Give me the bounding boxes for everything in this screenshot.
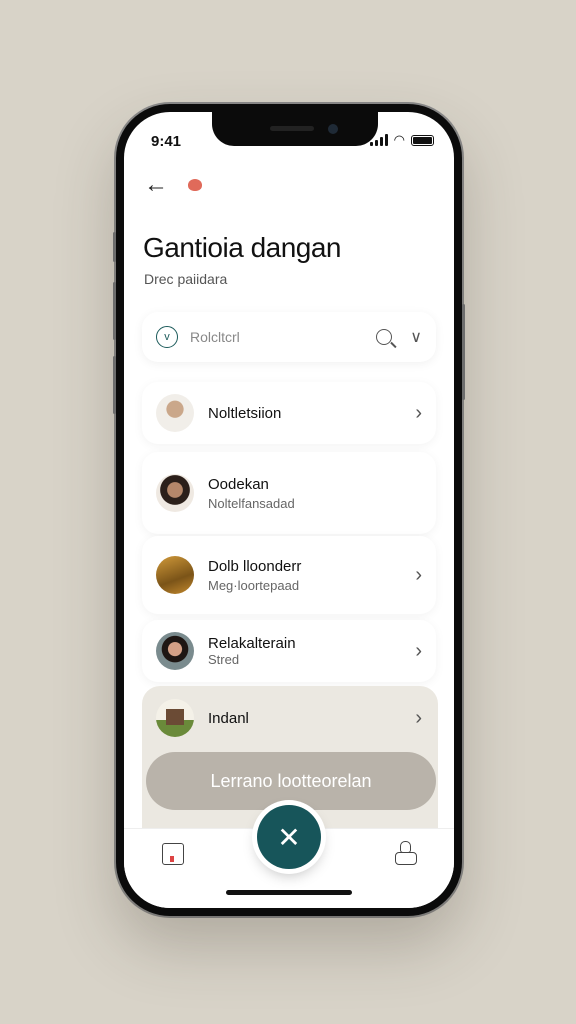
profile-icon[interactable] bbox=[394, 841, 418, 867]
item-name: Relakalterain bbox=[208, 635, 296, 652]
list-item[interactable]: Dolb lloonderr Meg·loortepaad › bbox=[142, 536, 436, 614]
primary-action-button[interactable]: Lerrano lootteorelan bbox=[146, 752, 436, 810]
wifi-icon: ◠ bbox=[393, 132, 405, 147]
bookmark-icon[interactable] bbox=[162, 843, 184, 865]
chevron-right-icon: › bbox=[415, 563, 422, 586]
volume-up-button bbox=[113, 282, 116, 340]
page-title: Gantioia dangan bbox=[143, 232, 342, 263]
page-subtitle: Drec paiidara bbox=[144, 271, 228, 287]
camera bbox=[328, 124, 338, 134]
avatar bbox=[156, 699, 194, 737]
list-item[interactable]: Oodekan Noltelfansadad bbox=[142, 452, 436, 534]
battery-icon bbox=[411, 134, 434, 146]
search-text: Rolcltcrl bbox=[190, 329, 240, 345]
search-icon[interactable] bbox=[376, 329, 393, 345]
signal-icon bbox=[369, 134, 388, 146]
check-circle-icon: v bbox=[156, 326, 178, 348]
list-item[interactable]: Indanl › bbox=[142, 690, 436, 746]
avatar bbox=[156, 474, 194, 512]
phone-frame: 9:41 ◠ ← Gantioia dangan Drec paiidara v… bbox=[113, 104, 465, 916]
search-bar[interactable]: v Rolcltcrl ∨ bbox=[142, 312, 436, 362]
close-icon: ✕ bbox=[277, 821, 301, 853]
nav-bar: ← bbox=[144, 170, 434, 200]
back-arrow-icon[interactable]: ← bbox=[144, 173, 168, 197]
screen: 9:41 ◠ ← Gantioia dangan Drec paiidara v… bbox=[124, 112, 454, 908]
item-subtitle: Meg·loortepaad bbox=[208, 577, 300, 593]
chevron-right-icon: › bbox=[415, 706, 422, 729]
list-item[interactable]: Relakalterain Stred › bbox=[142, 620, 436, 682]
avatar bbox=[156, 632, 194, 670]
item-name: Oodekan bbox=[208, 475, 269, 493]
status-time: 9:41 bbox=[151, 133, 182, 150]
heart-icon[interactable] bbox=[188, 179, 202, 191]
speaker bbox=[270, 126, 314, 131]
chevron-right-icon: › bbox=[415, 401, 422, 424]
item-subtitle: Noltelfansadad bbox=[208, 495, 295, 511]
list-item[interactable]: Noltletsiion › bbox=[142, 382, 436, 444]
volume-down-button bbox=[113, 356, 116, 414]
notch bbox=[212, 112, 378, 146]
power-button bbox=[462, 304, 465, 400]
chevron-right-icon: › bbox=[415, 639, 422, 662]
home-indicator bbox=[226, 890, 352, 895]
close-fab-button[interactable]: ✕ bbox=[257, 805, 321, 869]
status-icons: ◠ bbox=[369, 132, 434, 148]
item-name: Noltletsiion bbox=[208, 404, 282, 422]
mute-switch bbox=[113, 232, 116, 262]
item-name: Indanl bbox=[208, 709, 249, 727]
avatar bbox=[156, 556, 194, 594]
chevron-down-icon[interactable]: ∨ bbox=[410, 327, 422, 347]
item-subtitle: Stred bbox=[208, 652, 240, 667]
item-name: Dolb lloonderr bbox=[208, 557, 302, 575]
avatar bbox=[156, 394, 194, 432]
